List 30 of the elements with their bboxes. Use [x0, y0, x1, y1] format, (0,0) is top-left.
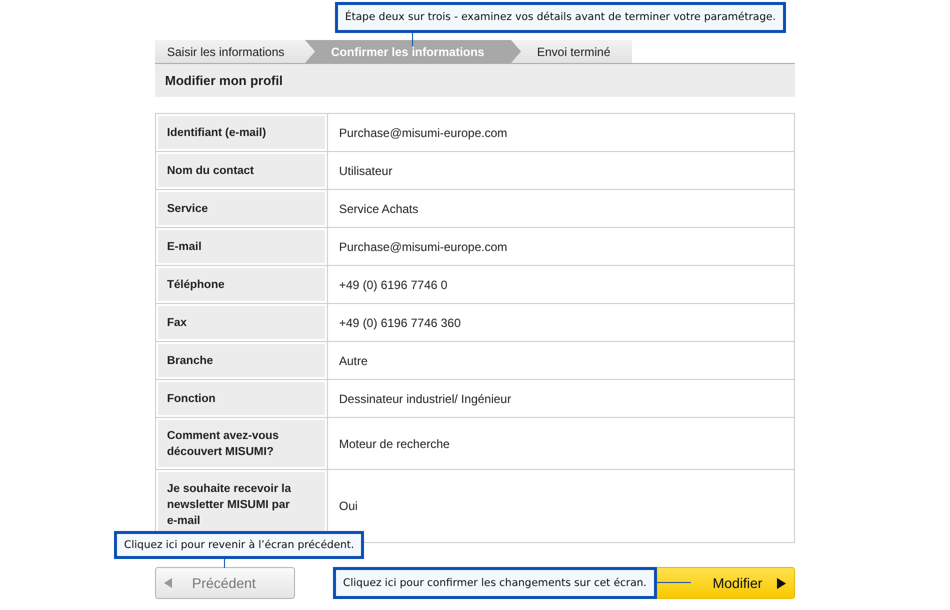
- left-triangle-icon: [164, 578, 172, 588]
- field-value: +49 (0) 6196 7746 360: [339, 316, 461, 330]
- previous-button[interactable]: Précédent: [155, 567, 295, 599]
- progress-step: Envoi terminé: [511, 40, 632, 63]
- field-label: Fonction: [158, 382, 325, 415]
- field-value: Autre: [339, 354, 368, 368]
- section-title: Modifier mon profil: [155, 64, 795, 97]
- field-label: Identifiant (e-mail): [158, 116, 325, 149]
- modify-button[interactable]: Modifier: [655, 567, 795, 599]
- progress-step: Saisir les informations: [155, 40, 315, 63]
- field-value: Utilisateur: [339, 164, 392, 178]
- field-label: Comment avez-vous découvert MISUMI?: [158, 420, 325, 467]
- field-value: +49 (0) 6196 7746 0: [339, 278, 448, 292]
- field-label: Service: [158, 192, 325, 225]
- field-label: Branche: [158, 344, 325, 377]
- progress-step: Confirmer les informations: [305, 40, 521, 63]
- step-tooltip: Étape deux sur trois - examinez vos détails avant de terminer votre paramétrage.: [335, 2, 786, 33]
- field-label: Fax: [158, 306, 325, 339]
- field-label: E-mail: [158, 230, 325, 263]
- confirm-tooltip: Cliquez ici pour confirmer les changements sur cet écran.: [333, 567, 657, 599]
- field-value: Purchase@misumi-europe.com: [339, 240, 508, 254]
- field-label: Téléphone: [158, 268, 325, 301]
- field-value: Service Achats: [339, 202, 418, 216]
- field-label: Nom du contact: [158, 154, 325, 187]
- field-value: Purchase@misumi-europe.com: [339, 126, 508, 140]
- field-value: Oui: [339, 499, 358, 513]
- back-tooltip: Cliquez ici pour revenir à l’écran précédent.: [114, 531, 364, 559]
- right-triangle-icon: [777, 578, 786, 588]
- field-value: Dessinateur industriel/ Ingénieur: [339, 392, 512, 406]
- field-value: Moteur de recherche: [339, 436, 450, 450]
